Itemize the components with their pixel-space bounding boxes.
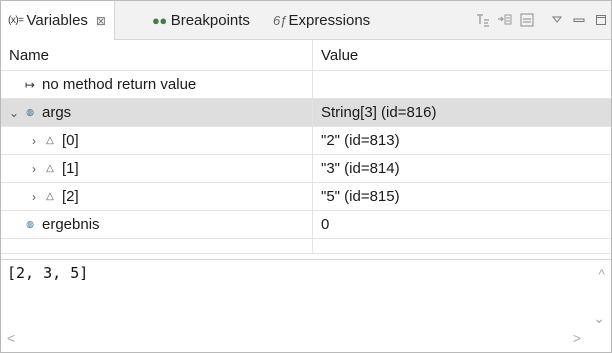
variable-name: [2] [62,188,79,205]
expand-chevron-icon[interactable]: › [27,134,41,148]
minimize-icon[interactable] [569,10,589,30]
expand-chevron-icon[interactable]: › [27,162,41,176]
value-column-header[interactable]: Value [312,40,611,70]
collapse-all-icon[interactable] [495,10,515,30]
layout-icon[interactable] [517,10,537,30]
tab-breakpoints-label: Breakpoints [170,11,250,29]
variables-table: Name Value ↦ no method return value ⌄ ◍ … [1,40,611,254]
expressions-icon: 6ƒ [273,12,287,28]
variable-name: no method return value [42,76,197,93]
show-type-names-icon[interactable] [473,10,493,30]
variable-value [312,71,611,98]
array-element-icon: △ [46,163,54,174]
variable-name: ergebnis [42,216,100,233]
detail-pane[interactable]: [2, 3, 5] ^ ⌄ < > [1,259,611,352]
table-row[interactable]: ⌄ ◍ args String[3] (id=816) [1,99,611,127]
array-element-icon: △ [46,191,54,202]
variable-name: [1] [62,160,79,177]
close-tab-icon[interactable]: ⊠ [96,14,106,28]
variable-value: String[3] (id=816) [312,99,611,126]
variable-name: args [42,104,72,121]
variable-value: "2" (id=813) [312,127,611,154]
detail-text[interactable]: [2, 3, 5] [7,264,88,282]
local-variable-icon: ◍ [26,219,34,229]
tab-expressions-label: Expressions [288,11,371,29]
local-variable-icon: ◍ [26,107,34,117]
name-column-header[interactable]: Name [1,40,320,70]
variables-icon: (x)= [8,15,24,26]
variable-name: [0] [62,132,79,149]
variables-view: (x)= Variables ⊠ ●● Breakpoints 6ƒ Expre… [0,0,612,353]
table-header: Name Value [1,40,611,71]
scroll-down-icon[interactable]: ⌄ [593,310,605,327]
variable-value: 0 [312,211,611,238]
table-row [1,239,611,254]
scroll-right-icon[interactable]: > [573,330,581,346]
view-toolbar [471,1,611,39]
method-return-icon: ↦ [24,77,36,92]
scroll-up-icon[interactable]: ^ [598,266,605,282]
expand-chevron-icon[interactable]: › [27,190,41,204]
table-row[interactable]: ◍ ergebnis 0 [1,211,611,239]
tab-variables-label: Variables [26,12,88,29]
scroll-left-icon[interactable]: < [7,330,15,346]
table-row[interactable]: › △ [1] "3" (id=814) [1,155,611,183]
table-row[interactable]: › △ [2] "5" (id=815) [1,183,611,211]
table-row[interactable]: ↦ no method return value [1,71,611,99]
array-element-icon: △ [46,135,54,146]
variable-value: "5" (id=815) [312,183,611,210]
expand-chevron-icon[interactable]: ⌄ [7,106,21,120]
variable-value: "3" (id=814) [312,155,611,182]
tab-breakpoints[interactable]: ●● Breakpoints [152,1,250,39]
maximize-icon[interactable] [591,10,611,30]
tab-expressions[interactable]: 6ƒ Expressions [273,1,370,39]
view-tab-bar: (x)= Variables ⊠ ●● Breakpoints 6ƒ Expre… [1,1,611,40]
breakpoints-icon: ●● [152,12,167,28]
view-menu-icon[interactable] [547,10,567,30]
table-row[interactable]: › △ [0] "2" (id=813) [1,127,611,155]
tab-variables[interactable]: (x)= Variables ⊠ [1,1,115,40]
